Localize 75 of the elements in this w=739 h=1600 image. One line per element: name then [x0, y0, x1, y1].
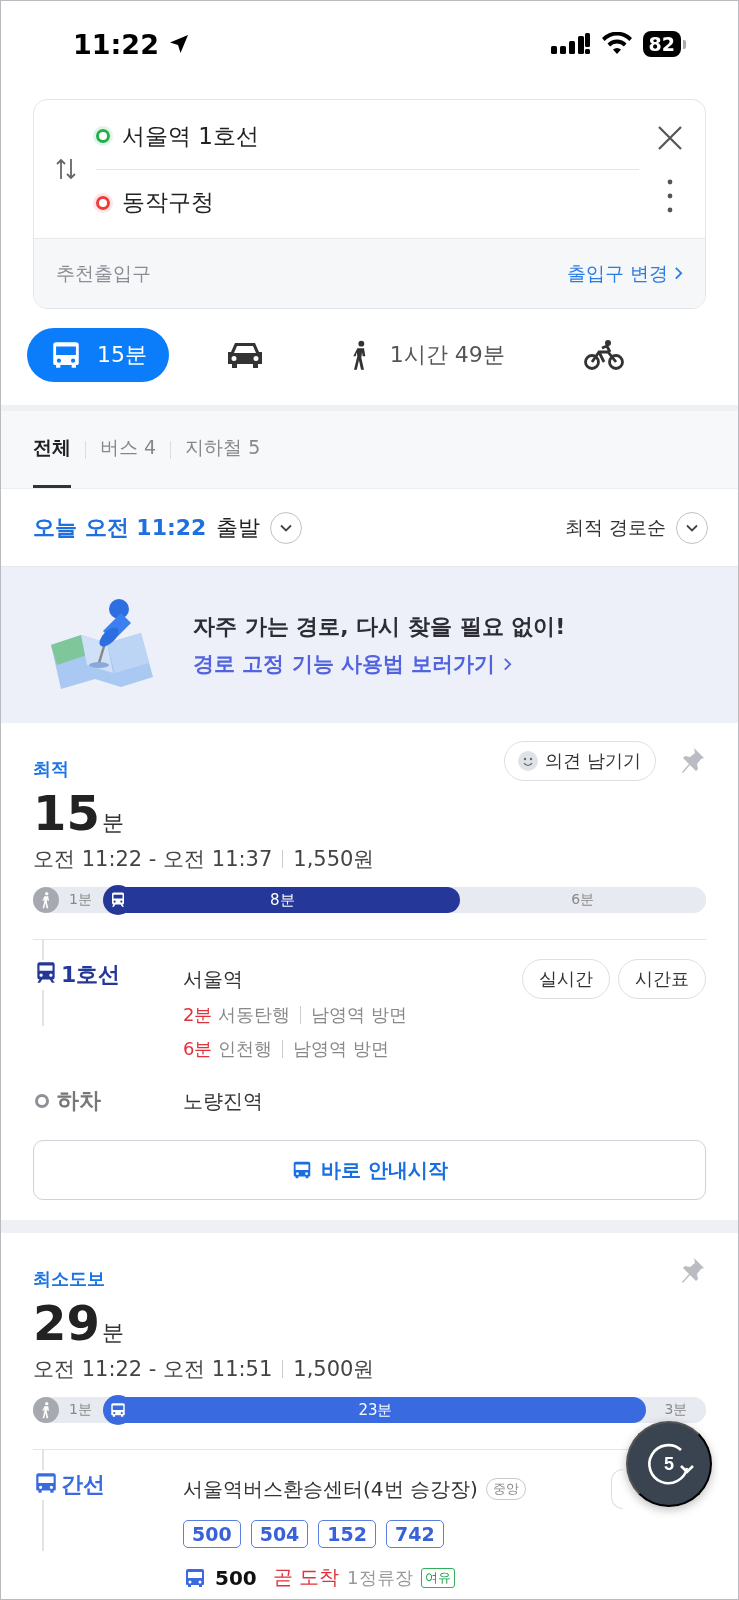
cyclist-icon — [583, 339, 624, 371]
schedule-button[interactable]: 실시간 — [522, 959, 610, 999]
more-icon[interactable] — [667, 179, 673, 213]
transport-mode-tab[interactable]: 1시간 49분 — [321, 328, 527, 382]
wifi-icon — [600, 32, 633, 56]
segment-time: 23분 — [358, 1400, 393, 1420]
smiley-icon — [517, 750, 540, 772]
filter-tab[interactable]: 버스 4 — [100, 411, 157, 488]
entrance-label: 추천출입구 — [56, 260, 151, 286]
train-destination: 인천행 — [218, 1037, 273, 1061]
line-name: 1호선 — [61, 961, 121, 989]
clock-time: 11:22 — [73, 28, 159, 60]
segment-time: 1분 — [69, 891, 92, 909]
bus-number: 500 — [215, 1565, 257, 1590]
crowding-tag: 여유 — [420, 1567, 455, 1588]
destination-field[interactable]: 동작구청 — [122, 187, 214, 218]
change-entrance-link[interactable]: 출입구 변경 — [566, 260, 683, 287]
filter-tab[interactable]: 지하철 5 — [185, 411, 261, 488]
alight-label: 하차 — [57, 1087, 101, 1115]
bus-number-tag[interactable]: 152 — [318, 1520, 376, 1548]
route-label: 최소도보 — [33, 1267, 105, 1291]
train-destination: 서동탄행 — [218, 1003, 291, 1027]
time-range: 오전 11:22 - 오전 11:37 — [33, 846, 273, 873]
close-icon[interactable] — [657, 125, 683, 151]
line-name: 간선 — [61, 1471, 105, 1499]
train-icon — [109, 891, 127, 909]
segment-time: 8분 — [270, 890, 295, 910]
car-icon — [226, 340, 265, 370]
banner-title: 자주 가는 경로, 다시 찾을 필요 없이! — [193, 613, 566, 641]
point-marker — [96, 129, 110, 143]
fare: 1,500원 — [293, 1356, 375, 1383]
refresh-count: 5 — [664, 1453, 674, 1475]
boarding-stop: 서울역버스환승센터(4번 승강장) — [183, 1475, 478, 1503]
boarding-stop: 서울역 — [183, 965, 243, 993]
arrival-wait: 6분 — [183, 1037, 213, 1061]
chevron-right-icon — [503, 656, 513, 672]
bus-number-tag[interactable]: 742 — [386, 1520, 444, 1548]
route-label: 최적 — [33, 757, 69, 781]
alight-stop: 노량진역 — [183, 1087, 263, 1115]
bus-number-tag[interactable]: 500 — [183, 1520, 241, 1548]
train-direction: 남영역 방면 — [293, 1037, 390, 1061]
sort-label: 최적 경로순 — [564, 514, 666, 540]
feedback-button[interactable]: 의견 남기기 — [504, 741, 656, 781]
start-navigation-button[interactable]: 바로 안내시작 — [33, 1140, 706, 1200]
bus-icon — [33, 1470, 59, 1496]
segment-time: 1분 — [69, 1401, 92, 1419]
chevron-right-icon — [674, 266, 683, 281]
segment-time: 6분 — [571, 891, 595, 909]
bus-number-tag[interactable]: 504 — [250, 1520, 309, 1548]
swap-icon[interactable] — [54, 156, 78, 182]
departure-label: 출발 — [216, 513, 261, 542]
fare: 1,550원 — [293, 846, 375, 873]
refresh-button[interactable]: 5 — [626, 1421, 712, 1507]
departure-time: 오늘 오전 11:22 — [33, 513, 207, 542]
time-range: 오전 11:22 - 오전 11:51 — [33, 1356, 273, 1383]
train-direction: 남영역 방면 — [311, 1003, 408, 1027]
bus-icon — [109, 1401, 127, 1419]
duration-unit: 분 — [101, 1319, 124, 1347]
transport-mode-tab[interactable]: 15분 — [27, 328, 169, 382]
duration-value: 15 — [33, 785, 100, 841]
duration-unit: 분 — [101, 809, 124, 837]
bus-icon — [291, 1159, 313, 1181]
signal-icon — [550, 33, 591, 55]
battery-level: 82 — [642, 31, 681, 57]
arrival-wait: 2분 — [183, 1003, 213, 1027]
alight-marker — [35, 1094, 49, 1108]
origin-field[interactable]: 서울역 1호선 — [122, 120, 259, 152]
guide-link[interactable]: 경로 고정 기능 사용법 보러가기 — [193, 650, 513, 678]
schedule-button[interactable]: 시간표 — [618, 959, 706, 999]
filter-tab[interactable]: 전체 — [33, 411, 71, 488]
arrival-status: 곧 도착 — [272, 1564, 340, 1591]
duration-value: 29 — [33, 1295, 100, 1351]
segment-time: 3분 — [664, 1401, 688, 1419]
stops-away: 1정류장 — [347, 1565, 413, 1590]
point-marker — [96, 195, 110, 210]
